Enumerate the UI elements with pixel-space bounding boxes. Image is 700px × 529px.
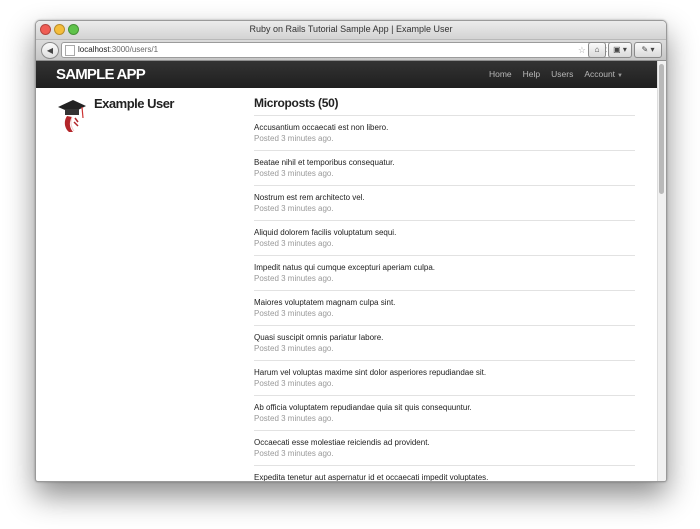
micropost-content: Occaecati esse molestiae reiciendis ad p… (254, 438, 430, 447)
micropost-content: Impedit natus qui cumque excepturi aperi… (254, 263, 435, 272)
micropost-item: Accusantium occaecati est non libero. Po… (254, 116, 635, 151)
micropost-timestamp: Posted 3 minutes ago. (254, 204, 334, 213)
micropost-timestamp: Posted 3 minutes ago. (254, 239, 334, 248)
page-icon (65, 45, 75, 56)
micropost-item: Quasi suscipit omnis pariatur labore. Po… (254, 326, 635, 361)
browser-toolbar: ◀ localhost:3000/users/1 ☆ ▿ C ⌂ ▣ ▾ ✎ ▾ (36, 40, 666, 61)
micropost-item: Aliquid dolorem facilis voluptatum sequi… (254, 221, 635, 256)
scrollbar-thumb[interactable] (659, 64, 664, 194)
browser-window: Ruby on Rails Tutorial Sample App | Exam… (35, 20, 667, 482)
micropost-timestamp: Posted 3 minutes ago. (254, 169, 334, 178)
micropost-timestamp: Posted 3 minutes ago. (254, 414, 334, 423)
home-button[interactable]: ⌂ (588, 42, 606, 58)
window-title: Ruby on Rails Tutorial Sample App | Exam… (249, 24, 453, 34)
brand-logo[interactable]: SAMPLE APP (56, 66, 146, 83)
url-path: :3000/users/1 (109, 45, 159, 54)
micropost-item: Harum vel voluptas maxime sint dolor asp… (254, 361, 635, 396)
micropost-item: Beatae nihil et temporibus consequatur. … (254, 151, 635, 186)
page-content: Example User Microposts (50) Accusantium… (36, 88, 658, 481)
micropost-content: Nostrum est rem architecto vel. (254, 193, 365, 202)
micropost-content: Expedita tenetur aut aspernatur id et oc… (254, 473, 489, 481)
page-scrollbar[interactable] (657, 61, 666, 481)
micropost-timestamp: Posted 3 minutes ago. (254, 134, 334, 143)
rails-graduate-icon[interactable] (57, 98, 87, 133)
micropost-content: Maiores voluptatem magnam culpa sint. (254, 298, 396, 307)
micropost-timestamp: Posted 3 minutes ago. (254, 344, 334, 353)
micropost-item: Expedita tenetur aut aspernatur id et oc… (254, 466, 635, 481)
micropost-content: Beatae nihil et temporibus consequatur. (254, 158, 395, 167)
tools-menu-button[interactable]: ✎ ▾ (634, 42, 662, 58)
url-text[interactable]: localhost:3000/users/1 (78, 43, 158, 57)
address-bar[interactable]: localhost:3000/users/1 ☆ ▿ C (61, 42, 612, 58)
account-label: Account (584, 69, 616, 79)
display-menu-button[interactable]: ▣ ▾ (608, 42, 632, 58)
micropost-item: Nostrum est rem architecto vel. Posted 3… (254, 186, 635, 221)
nav-link-account[interactable]: Account ▼ (584, 69, 623, 79)
site-navbar: SAMPLE APP Home Help Users Account ▼ (36, 61, 658, 88)
url-host: localhost (78, 45, 110, 54)
micropost-content: Quasi suscipit omnis pariatur labore. (254, 333, 384, 342)
nav-link-users[interactable]: Users (551, 69, 573, 79)
micropost-content: Accusantium occaecati est non libero. (254, 123, 389, 132)
title-bar: Ruby on Rails Tutorial Sample App | Exam… (36, 21, 666, 40)
micropost-content: Harum vel voluptas maxime sint dolor asp… (254, 368, 487, 377)
micropost-content: Aliquid dolorem facilis voluptatum sequi… (254, 228, 397, 237)
micropost-item: Maiores voluptatem magnam culpa sint. Po… (254, 291, 635, 326)
micropost-list: Accusantium occaecati est non libero. Po… (254, 116, 635, 481)
nav-links: Home Help Users Account ▼ (489, 69, 623, 79)
back-button[interactable]: ◀ (41, 42, 59, 59)
microposts-heading: Microposts (50) (254, 96, 635, 116)
micropost-item: Occaecati esse molestiae reiciendis ad p… (254, 431, 635, 466)
micropost-timestamp: Posted 3 minutes ago. (254, 449, 334, 458)
nav-link-help[interactable]: Help (523, 69, 540, 79)
nav-link-home[interactable]: Home (489, 69, 512, 79)
user-name: Example User (94, 96, 175, 111)
caret-down-icon: ▼ (617, 73, 623, 79)
micropost-timestamp: Posted 3 minutes ago. (254, 274, 334, 283)
micropost-item: Ab officia voluptatem repudiandae quia s… (254, 396, 635, 431)
microposts-section: Microposts (50) Accusantium occaecati es… (254, 96, 635, 481)
micropost-item: Impedit natus qui cumque excepturi aperi… (254, 256, 635, 291)
micropost-content: Ab officia voluptatem repudiandae quia s… (254, 403, 472, 412)
micropost-timestamp: Posted 3 minutes ago. (254, 309, 334, 318)
micropost-timestamp: Posted 3 minutes ago. (254, 379, 334, 388)
